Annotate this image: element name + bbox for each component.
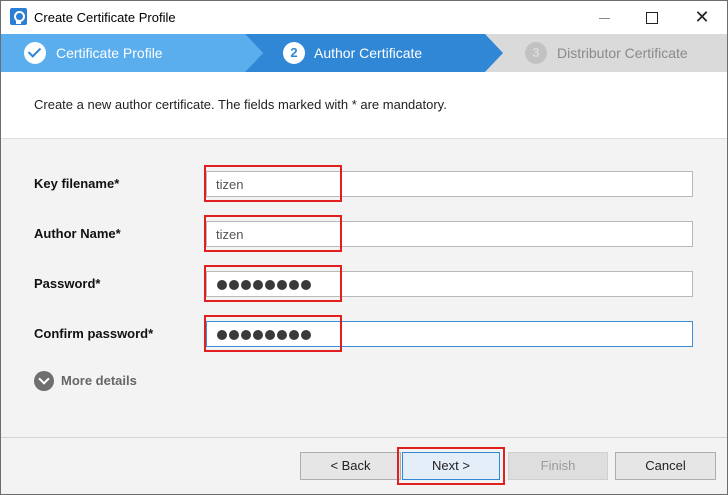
minimize-button[interactable] xyxy=(581,1,627,34)
confirm-password-mask xyxy=(217,328,313,343)
description-panel: Create a new author certificate. The fie… xyxy=(1,72,727,139)
cancel-button[interactable]: Cancel xyxy=(615,452,716,480)
checkmark-icon xyxy=(24,42,46,64)
step-certificate-profile: Certificate Profile xyxy=(56,45,163,61)
next-button[interactable]: Next > xyxy=(402,452,500,480)
more-details-label: More details xyxy=(61,373,137,388)
author-name-field[interactable]: tizen xyxy=(206,221,693,247)
description-text: Create a new author certificate. The fie… xyxy=(34,97,447,112)
close-button[interactable]: ✕ xyxy=(679,1,725,34)
maximize-button[interactable] xyxy=(629,1,675,34)
window-title: Create Certificate Profile xyxy=(34,10,176,25)
footer-divider xyxy=(1,437,727,438)
password-field[interactable] xyxy=(206,271,693,297)
step-2-number: 2 xyxy=(283,42,305,64)
key-filename-value: tizen xyxy=(216,177,244,192)
author-name-label: Author Name* xyxy=(34,226,121,241)
minimize-icon xyxy=(598,17,610,19)
create-certificate-profile-dialog: Create Certificate Profile ✕ Certificate… xyxy=(0,0,728,495)
step-author-certificate: Author Certificate xyxy=(314,45,423,61)
confirm-password-label: Confirm password* xyxy=(34,326,154,341)
close-icon: ✕ xyxy=(694,7,710,27)
back-button[interactable]: < Back xyxy=(300,452,401,480)
maximize-icon xyxy=(646,12,658,25)
password-label: Password* xyxy=(34,276,101,291)
finish-button[interactable]: Finish xyxy=(508,452,608,480)
password-mask xyxy=(217,278,313,293)
chevron-down-icon xyxy=(34,371,54,391)
confirm-password-field[interactable] xyxy=(206,321,693,347)
key-filename-label: Key filename* xyxy=(34,176,120,191)
step-distributor-certificate: Distributor Certificate xyxy=(557,45,688,61)
step-3-number: 3 xyxy=(525,42,547,64)
author-name-value: tizen xyxy=(216,227,244,242)
wizard-steps-bar: Certificate Profile 2 Author Certificate… xyxy=(1,34,727,72)
certificate-app-icon xyxy=(10,8,27,25)
title-bar: Create Certificate Profile ✕ xyxy=(1,1,727,34)
key-filename-field[interactable]: tizen xyxy=(206,171,693,197)
